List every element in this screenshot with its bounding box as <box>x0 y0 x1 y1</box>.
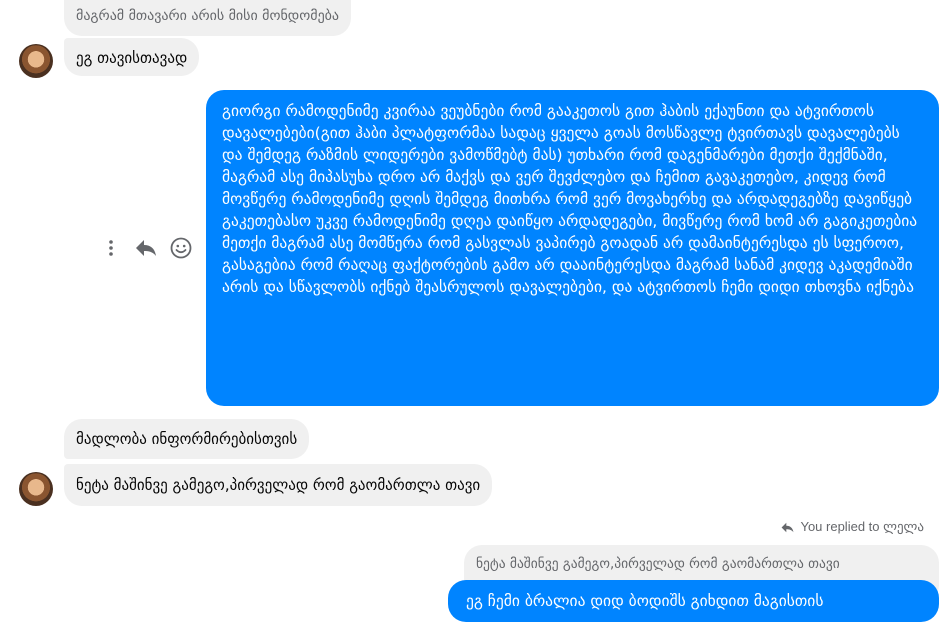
reply-icon[interactable] <box>134 236 158 260</box>
message-text: მადლობა ინფორმირებისთვის <box>76 430 298 448</box>
incoming-message: მადლობა ინფორმირებისთვის <box>64 419 310 459</box>
message-text: ეგ ჩემი ბრალია დიდ ბოდიშს გიხდით მაგისთი… <box>466 592 824 610</box>
more-vertical-icon[interactable] <box>103 238 119 258</box>
message-text: ეგ თავისთავად <box>76 49 188 67</box>
message-text: მაგრამ მთავარი არის მისი მონდომება <box>76 8 340 24</box>
avatar[interactable] <box>19 44 53 78</box>
outgoing-message: ეგ ჩემი ბრალია დიდ ბოდიშს გიხდით მაგისთი… <box>448 580 939 622</box>
message-text: გიორგი რამოდენიმე კვირაა ვეუბნები რომ გა… <box>222 102 918 296</box>
outgoing-message: გიორგი რამოდენიმე კვირაა ვეუბნები რომ გა… <box>206 90 939 406</box>
smiley-icon[interactable] <box>169 236 193 260</box>
reply-arrow-icon <box>782 522 794 532</box>
replied-to-text: You replied to ლელა <box>800 519 924 534</box>
message-text: ნეტა მაშინვე გამეგო,პირველად რომ გაომართ… <box>76 476 481 494</box>
reply-quote-text: ნეტა მაშინვე გამეგო,პირველად რომ გაომართ… <box>476 556 840 572</box>
incoming-message: ეგ თავისთავად <box>64 38 200 76</box>
incoming-message-preview-top: მაგრამ მთავარი არის მისი მონდომება <box>64 0 352 36</box>
replied-to-label: You replied to ლელა <box>781 519 924 535</box>
incoming-message: ნეტა მაშინვე გამეგო,პირველად რომ გაომართ… <box>64 464 493 506</box>
avatar[interactable] <box>19 472 53 506</box>
